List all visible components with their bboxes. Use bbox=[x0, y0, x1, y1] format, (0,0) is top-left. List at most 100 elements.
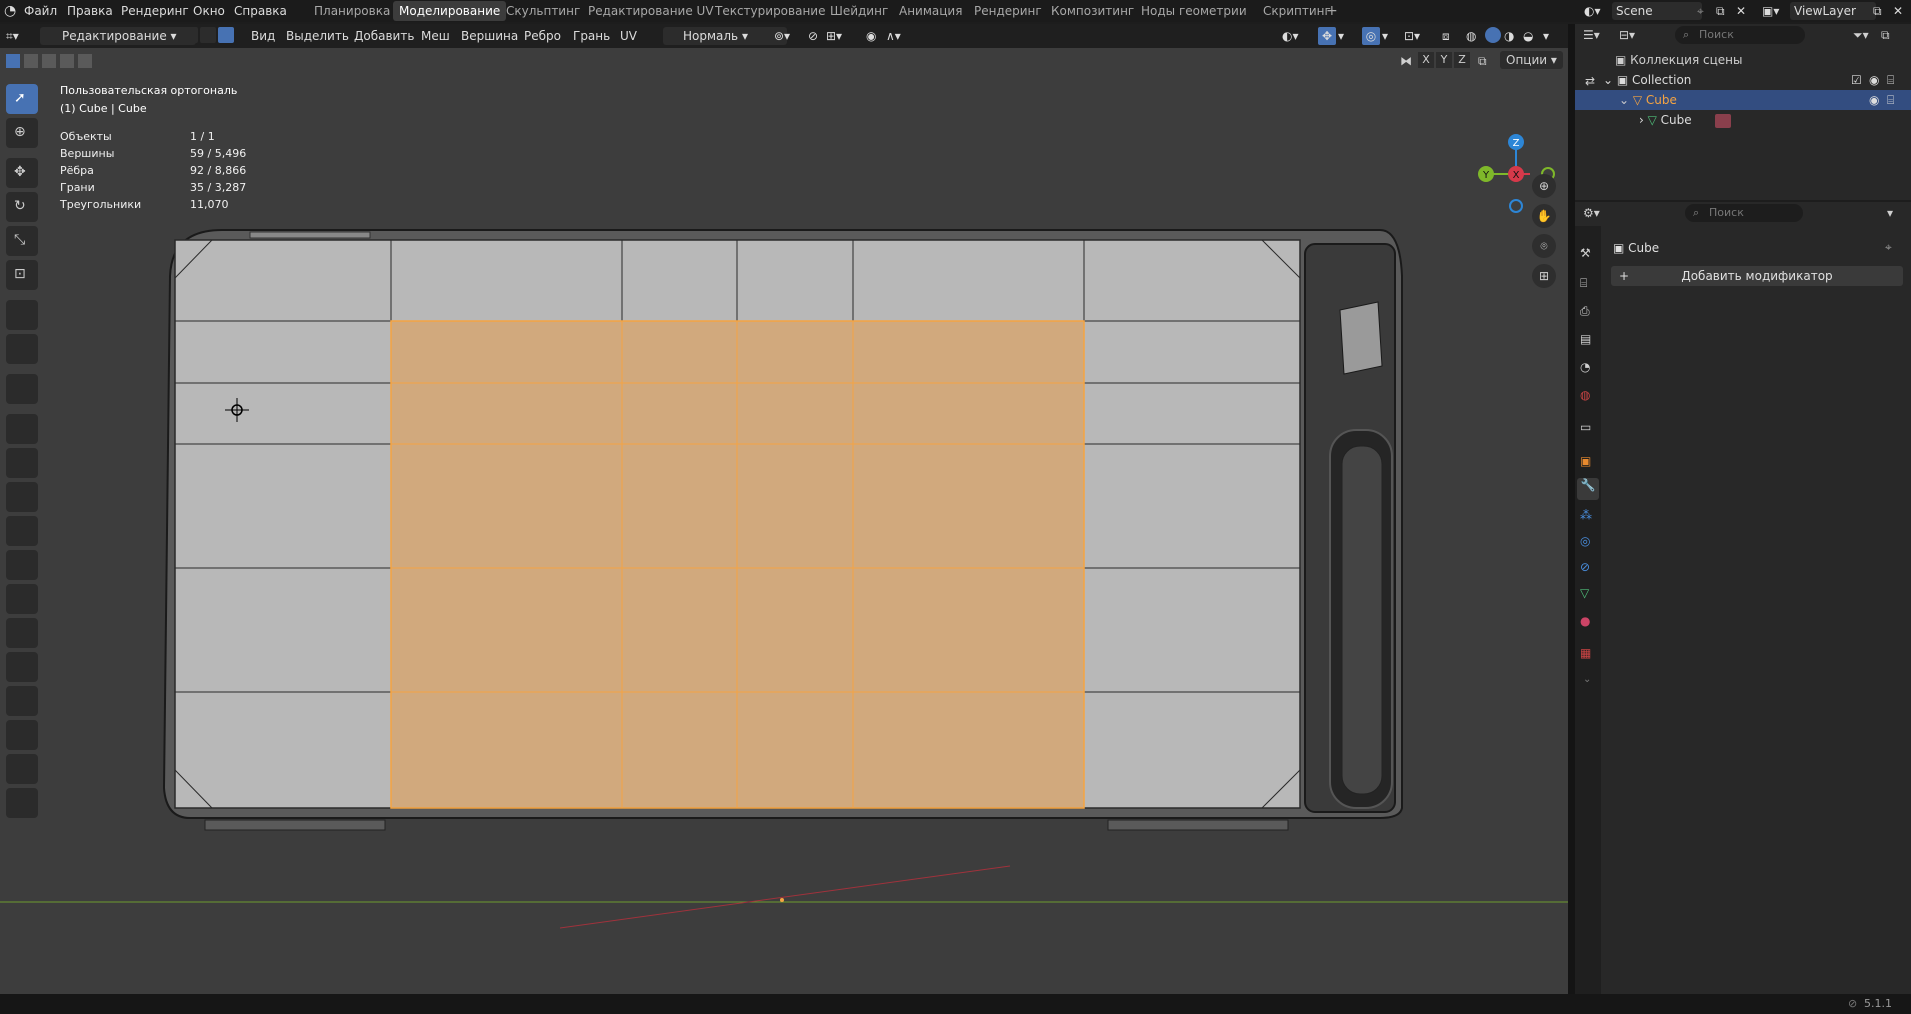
particles-tab-icon[interactable]: ⁂ bbox=[1580, 508, 1592, 522]
face-select-icon[interactable] bbox=[218, 27, 234, 43]
select-subtract-icon[interactable] bbox=[42, 54, 56, 68]
blender-logo-icon[interactable]: ◔ bbox=[4, 0, 16, 22]
ortho-toggle-icon[interactable]: ⊞ bbox=[1532, 264, 1556, 288]
menu-help[interactable]: Справка bbox=[234, 0, 287, 22]
scene-collection-row[interactable]: ▣ Коллекция сцены bbox=[1615, 50, 1742, 70]
shear-tool-icon[interactable] bbox=[6, 754, 38, 784]
properties-editor-icon[interactable]: ⚙▾ bbox=[1583, 206, 1600, 220]
overlay-toggle-icon[interactable]: ◎ bbox=[1362, 27, 1380, 45]
expand-chevron-icon[interactable]: ⌄ bbox=[1619, 93, 1633, 107]
menu-edit[interactable]: Правка bbox=[67, 0, 113, 22]
solid-shading-icon[interactable] bbox=[1485, 27, 1501, 43]
checkbox-icon[interactable]: ☑ bbox=[1851, 70, 1862, 90]
tab-uv-editing[interactable]: Редактирование UV bbox=[582, 1, 720, 21]
visibility-icon[interactable]: ◐▾ bbox=[1282, 27, 1299, 45]
delete-scene-icon[interactable]: ✕ bbox=[1736, 0, 1746, 22]
options-dropdown[interactable]: Опции ▾ bbox=[1500, 51, 1563, 69]
eye-icon[interactable]: ◉ bbox=[1869, 90, 1879, 110]
camera-icon[interactable]: ⌸ bbox=[1887, 90, 1894, 110]
inset-tool-icon[interactable] bbox=[6, 448, 38, 478]
annotate-tool-icon[interactable] bbox=[6, 300, 38, 330]
wireframe-shading-icon[interactable]: ◍ bbox=[1466, 27, 1476, 45]
gizmo-toggle-icon[interactable]: ✥ bbox=[1318, 27, 1336, 45]
menu-uv[interactable]: UV bbox=[620, 27, 637, 45]
editor-type-icon[interactable]: ⌗▾ bbox=[6, 27, 19, 45]
menu-select[interactable]: Выделить bbox=[286, 27, 349, 45]
material-shading-icon[interactable]: ◑ bbox=[1504, 27, 1514, 45]
mesh-overlay-icon[interactable]: ⊡▾ bbox=[1404, 27, 1420, 45]
add-cube-tool-icon[interactable] bbox=[6, 374, 38, 404]
tab-texture-paint[interactable]: Текстурирование bbox=[709, 1, 831, 21]
tab-geometry-nodes[interactable]: Ноды геометрии bbox=[1135, 1, 1253, 21]
bevel-tool-icon[interactable] bbox=[6, 482, 38, 512]
data-tab-icon[interactable]: ▽ bbox=[1580, 586, 1589, 600]
uv-sync-icon[interactable]: ⧉ bbox=[1478, 54, 1487, 69]
xray-toggle-icon[interactable]: ⧈ bbox=[1442, 27, 1450, 45]
mirror-x-toggle[interactable]: X bbox=[1418, 52, 1434, 68]
physics-tab-icon[interactable]: ◎ bbox=[1580, 534, 1590, 548]
output-tab-icon[interactable]: ⎙ bbox=[1580, 304, 1590, 319]
shading-options-icon[interactable]: ▾ bbox=[1543, 27, 1549, 45]
world-tab-icon[interactable]: ◍ bbox=[1580, 388, 1590, 402]
filter-icon[interactable]: ⏷▾ bbox=[1853, 28, 1869, 43]
render-tab-icon[interactable]: ⌸ bbox=[1580, 276, 1587, 291]
3d-viewport[interactable]: Z Y X ⊕ ✋ ⌾ ⊞ ⧓ X Y Z ⧉ Опции ▾ Пользова… bbox=[0, 48, 1568, 994]
overlay-options-icon[interactable]: ▾ bbox=[1382, 27, 1388, 45]
pin-icon[interactable]: ⌖ bbox=[1697, 0, 1704, 22]
snap-target-icon[interactable]: ⊞▾ bbox=[826, 27, 842, 45]
tool-tab-icon[interactable]: ⚒ bbox=[1580, 246, 1591, 260]
scene-tab-icon[interactable]: ◔ bbox=[1580, 360, 1590, 374]
collection-row[interactable]: ⌄ ▣ Collection ☑ ◉ ⌸ bbox=[1603, 70, 1911, 90]
select-extend-icon[interactable] bbox=[24, 54, 38, 68]
menu-mesh[interactable]: Меш bbox=[421, 27, 450, 45]
collection-tab-icon[interactable]: ▭ bbox=[1580, 420, 1591, 434]
snap-toggle-icon[interactable]: ⊘ bbox=[808, 27, 818, 45]
view-layer-icon[interactable]: ▣▾ bbox=[1762, 0, 1779, 22]
rip-region-tool-icon[interactable] bbox=[6, 788, 38, 818]
outliner-mode-icon[interactable]: ⇄ bbox=[1585, 74, 1595, 88]
new-view-layer-icon[interactable]: ⧉ bbox=[1873, 0, 1882, 22]
mirror-icon[interactable]: ⧓ bbox=[1400, 54, 1412, 68]
menu-add[interactable]: Добавить bbox=[354, 27, 414, 45]
extrude-tool-icon[interactable] bbox=[6, 414, 38, 444]
rendered-shading-icon[interactable]: ◒ bbox=[1523, 27, 1533, 45]
more-tabs-chevron-icon[interactable]: ⌄ bbox=[1583, 674, 1591, 685]
menu-face[interactable]: Грань bbox=[573, 27, 610, 45]
falloff-icon[interactable]: ∧▾ bbox=[886, 27, 901, 45]
mode-select[interactable]: Редактирование ▾ bbox=[40, 27, 196, 45]
mirror-z-toggle[interactable]: Z bbox=[1454, 52, 1470, 68]
select-new-icon[interactable] bbox=[6, 54, 20, 68]
edge-slide-tool-icon[interactable] bbox=[6, 686, 38, 716]
constraints-tab-icon[interactable]: ⊘ bbox=[1580, 560, 1590, 574]
material-tab-icon[interactable]: ● bbox=[1580, 614, 1590, 628]
new-scene-icon[interactable]: ⧉ bbox=[1716, 0, 1725, 22]
pivot-icon[interactable]: ⊚▾ bbox=[774, 27, 790, 45]
pin-icon[interactable]: ⌖ bbox=[1885, 240, 1892, 255]
area-separator[interactable] bbox=[1568, 24, 1575, 994]
edge-select-icon[interactable] bbox=[200, 27, 216, 43]
camera-icon[interactable]: ⌸ bbox=[1887, 70, 1894, 90]
properties-search[interactable]: ⌕ Поиск bbox=[1685, 204, 1803, 222]
gizmo-options-icon[interactable]: ▾ bbox=[1338, 27, 1344, 45]
proportional-edit-icon[interactable]: ◉ bbox=[866, 27, 876, 45]
tab-rendering[interactable]: Рендеринг bbox=[968, 1, 1048, 21]
tab-layout[interactable]: Планировка bbox=[308, 1, 396, 21]
poly-build-tool-icon[interactable] bbox=[6, 584, 38, 614]
camera-view-icon[interactable]: ⌾ bbox=[1532, 234, 1556, 258]
select-invert-icon[interactable] bbox=[60, 54, 74, 68]
menu-render[interactable]: Рендеринг bbox=[121, 0, 189, 22]
smooth-tool-icon[interactable] bbox=[6, 652, 38, 682]
add-workspace-button[interactable]: + bbox=[1320, 1, 1344, 21]
object-tab-icon[interactable]: ▣ bbox=[1580, 454, 1591, 468]
scene-icon[interactable]: ◐▾ bbox=[1584, 0, 1601, 22]
view-layer-tab-icon[interactable]: ▤ bbox=[1580, 332, 1591, 346]
texture-tab-icon[interactable]: ▦ bbox=[1580, 646, 1591, 660]
loop-cut-tool-icon[interactable] bbox=[6, 516, 38, 546]
menu-edge[interactable]: Ребро bbox=[524, 27, 561, 45]
expand-chevron-icon[interactable]: ⌄ bbox=[1603, 73, 1617, 87]
spin-tool-icon[interactable] bbox=[6, 618, 38, 648]
vertex-select-icon[interactable] bbox=[182, 27, 198, 43]
delete-view-layer-icon[interactable]: ✕ bbox=[1893, 0, 1903, 22]
mirror-y-toggle[interactable]: Y bbox=[1436, 52, 1452, 68]
pan-hand-icon[interactable]: ✋ bbox=[1532, 204, 1556, 228]
